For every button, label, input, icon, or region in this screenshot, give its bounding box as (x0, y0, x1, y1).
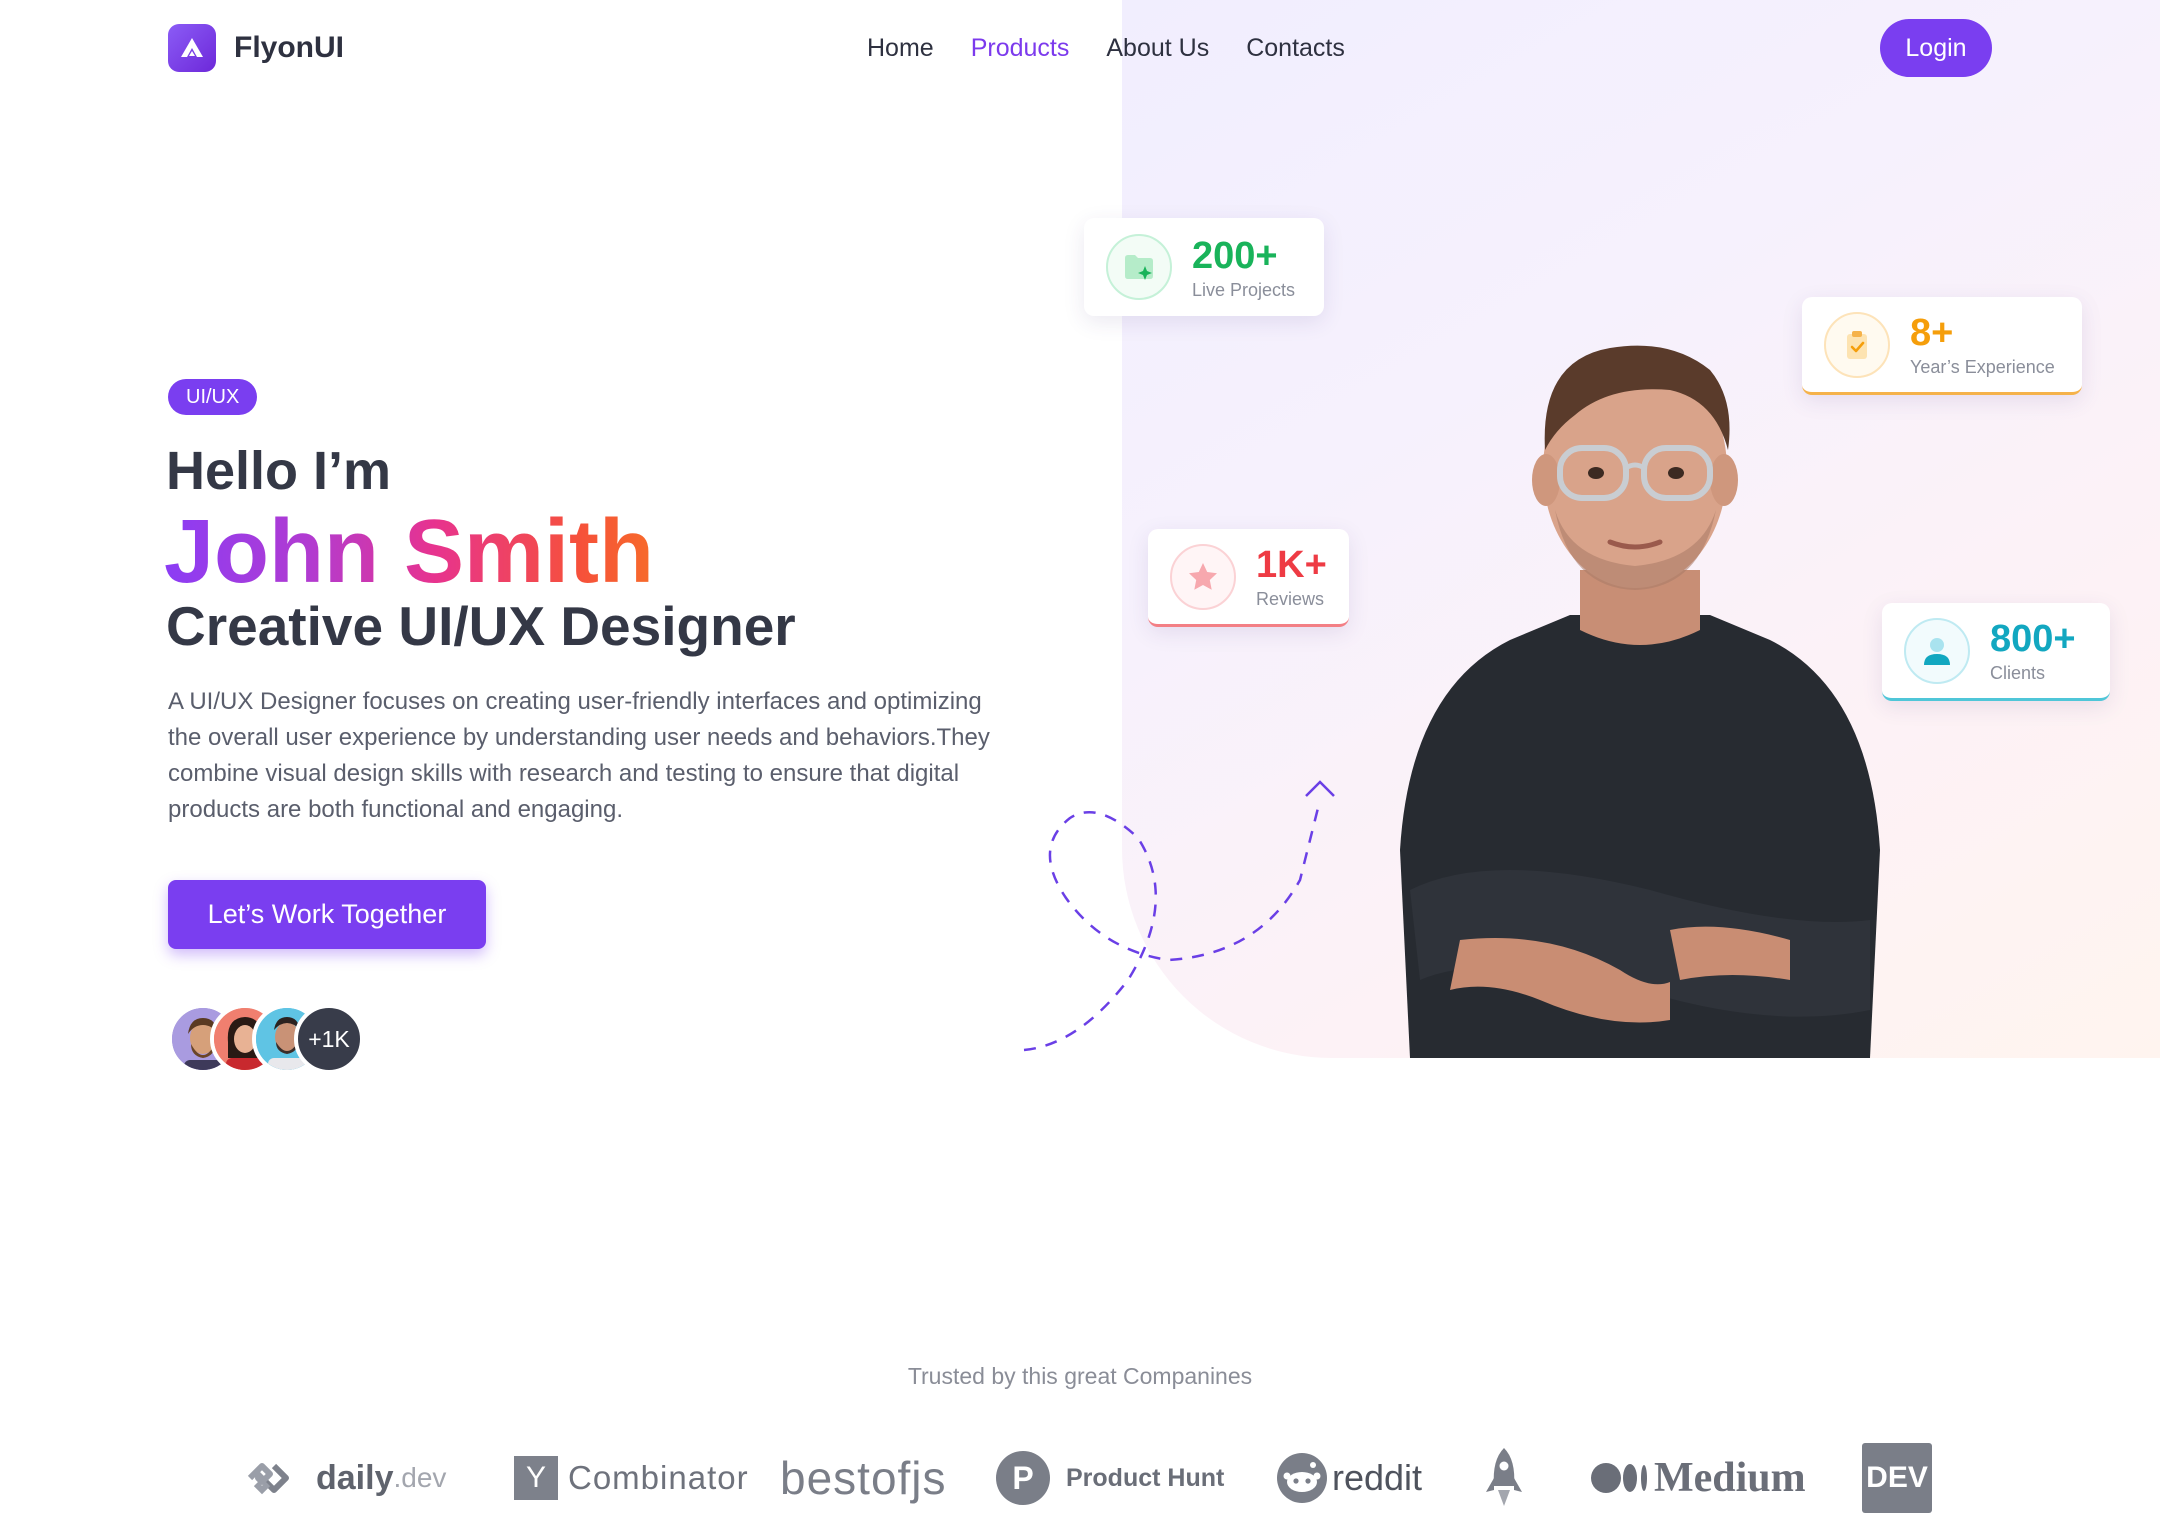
hero-name: John Smith (164, 502, 654, 602)
logo-dev[interactable]: DEV (1862, 1440, 1932, 1516)
reddit-alien-icon (1277, 1453, 1327, 1503)
logo-bestofjs[interactable]: bestofjs (780, 1440, 947, 1516)
brand-logo-icon (168, 24, 216, 72)
stat-value: 800+ (1990, 618, 2076, 660)
logo-daily-dev[interactable]: daily .dev (244, 1440, 446, 1516)
stat-card-experience: 8+ Year’s Experience (1802, 297, 2082, 395)
main-menu: Home Products About Us Contacts (867, 31, 1345, 65)
avatar-more-count: +1K (294, 1004, 364, 1074)
stat-value: 1K+ (1256, 544, 1327, 586)
category-badge: UI/UX (168, 379, 258, 415)
nav-products[interactable]: Products (971, 31, 1070, 65)
avatar-group: +1K (168, 1004, 364, 1074)
logo-reddit[interactable]: reddit (1276, 1440, 1422, 1516)
rocket-icon (1486, 1448, 1522, 1506)
hero-greeting: Hello I’m (166, 441, 392, 501)
stat-label: Clients (1990, 663, 2046, 683)
trusted-heading: Trusted by this great Companines (907, 1363, 1253, 1389)
logo-rocket[interactable] (1482, 1440, 1526, 1516)
login-button[interactable]: Login (1880, 19, 1992, 77)
hero-description: A UI/UX Designer focuses on creating use… (168, 688, 990, 823)
clipboard-check-icon (1824, 311, 1890, 378)
work-together-button[interactable]: Let’s Work Together (168, 880, 486, 949)
logo-medium[interactable]: Medium (1590, 1440, 1806, 1516)
stat-value: 8+ (1910, 312, 1954, 354)
stat-label: Year’s Experience (1910, 357, 2055, 377)
stat-label: Live Projects (1192, 279, 1296, 300)
nav-contacts[interactable]: Contacts (1246, 31, 1345, 65)
nav-about-us[interactable]: About Us (1106, 31, 1209, 65)
logo-product-hunt[interactable]: P Product Hunt (996, 1440, 1224, 1516)
medium-dots-icon (1591, 1463, 1647, 1493)
daily-dev-icon (247, 1463, 289, 1495)
designer-portrait (1400, 345, 1880, 1058)
company-logos: daily .dev Y Combinator bestofjs P Produ… (240, 1440, 1940, 1516)
brand[interactable]: FlyonUI (168, 24, 344, 72)
stat-label: Reviews (1256, 589, 1325, 609)
folder-sparkle-icon (1106, 234, 1172, 300)
hero-role: Creative UI/UX Designer (166, 595, 796, 657)
user-icon (1904, 617, 1970, 684)
stat-card-clients: 800+ Clients (1882, 603, 2110, 701)
navbar: FlyonUI Home Products About Us Contacts … (0, 0, 2160, 96)
stat-card-projects: 200+ Live Projects (1084, 218, 1324, 316)
nav-home[interactable]: Home (867, 31, 934, 65)
logo-y-combinator[interactable]: Y Combinator (514, 1440, 749, 1516)
star-icon (1170, 543, 1236, 610)
stat-card-reviews: 1K+ Reviews (1148, 529, 1349, 627)
brand-name: FlyonUI (234, 31, 344, 64)
dashed-arrow-decoration (1023, 780, 1335, 1052)
product-hunt-mark: P (996, 1451, 1050, 1505)
stat-value: 200+ (1192, 234, 1278, 277)
y-combinator-mark: Y (514, 1456, 558, 1500)
